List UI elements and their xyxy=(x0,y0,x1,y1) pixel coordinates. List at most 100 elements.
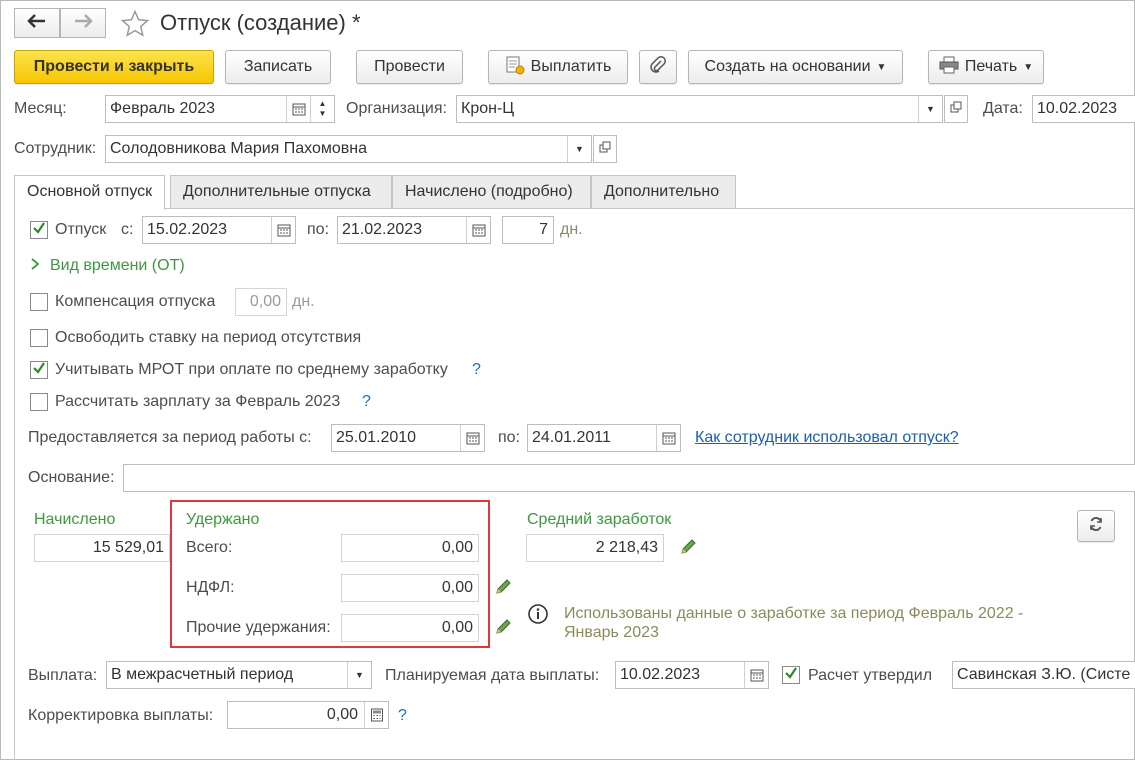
correction-help-icon[interactable]: ? xyxy=(398,706,407,726)
basis-field[interactable] xyxy=(123,464,1135,492)
pay-button-label: Выплатить xyxy=(530,58,612,75)
create-based-on-button[interactable]: Создать на основании ▼ xyxy=(688,50,903,84)
dropdown-arrow-icon: ▼ xyxy=(1023,61,1034,73)
spin-up-icon: ▲ xyxy=(318,99,327,108)
planned-date-label: Планируемая дата выплаты: xyxy=(385,667,600,684)
refresh-button[interactable] xyxy=(1077,510,1115,542)
calendar-icon[interactable] xyxy=(744,662,768,688)
date-field[interactable]: 10.02.2023 xyxy=(1032,95,1135,123)
vacation-checkbox[interactable] xyxy=(30,221,48,239)
calc-salary-help-icon[interactable]: ? xyxy=(362,392,371,412)
vacation-to-label: по: xyxy=(307,221,330,238)
month-label: Месяц: xyxy=(14,100,67,117)
compensation-days-field[interactable]: 0,00 xyxy=(235,288,287,316)
mrot-label: Учитывать МРОТ при оплате по среднему за… xyxy=(55,361,448,378)
edit-pencil-icon[interactable] xyxy=(679,538,697,561)
back-button[interactable] xyxy=(14,8,60,38)
vacation-days-unit: дн. xyxy=(560,221,583,238)
save-button[interactable]: Записать xyxy=(225,50,331,84)
withheld-total-label: Всего: xyxy=(186,539,233,556)
payment-label: Выплата: xyxy=(28,667,98,684)
mrot-checkbox[interactable] xyxy=(30,361,48,379)
checkmark-icon xyxy=(32,221,46,240)
avg-earnings-title: Средний заработок xyxy=(527,511,672,528)
calc-approved-checkbox[interactable] xyxy=(782,666,800,684)
payment-value: В межрасчетный период xyxy=(111,666,294,683)
vacation-days-field[interactable]: 7 xyxy=(502,216,554,244)
withheld-total-value: 0,00 xyxy=(341,534,479,562)
arrow-right-icon xyxy=(73,13,93,33)
edit-pencil-icon[interactable] xyxy=(494,618,512,641)
calendar-icon[interactable] xyxy=(286,96,310,122)
work-period-from-field[interactable]: 25.01.2010 xyxy=(331,424,485,452)
tab-accrued-detailed[interactable]: Начислено (подробно) xyxy=(392,175,591,209)
calendar-icon[interactable] xyxy=(460,425,484,451)
dropdown-arrow-icon[interactable]: ▼ xyxy=(567,136,591,162)
employee-field[interactable]: Солодовникова Мария Пахомовна ▼ xyxy=(105,135,592,163)
vacation-usage-link[interactable]: Как сотрудник использовал отпуск? xyxy=(695,428,959,448)
work-period-from-value: 25.01.2010 xyxy=(336,429,417,446)
tab-additional[interactable]: Дополнительно xyxy=(591,175,736,209)
organization-label: Организация: xyxy=(346,100,447,117)
planned-date-value: 10.02.2023 xyxy=(620,666,701,683)
compensation-days-unit: дн. xyxy=(292,293,315,310)
paperclip-icon xyxy=(649,55,667,79)
checkmark-icon xyxy=(784,666,798,685)
correction-field[interactable]: 0,00 xyxy=(227,701,389,729)
tab-panel-left-border xyxy=(14,208,15,760)
vacation-label: Отпуск xyxy=(55,221,107,238)
withheld-ndfl-label: НДФЛ: xyxy=(186,579,235,596)
payment-field[interactable]: В межрасчетный период ▼ xyxy=(106,661,372,689)
tab-additional-vacations[interactable]: Дополнительные отпуска xyxy=(170,175,392,209)
release-rate-label: Освободить ставку на период отсутствия xyxy=(55,329,362,346)
calc-approved-label: Расчет утвердил xyxy=(808,667,933,684)
avg-earnings-info: Использованы данные о заработке за перио… xyxy=(564,605,1024,641)
organization-value: Крон-Ц xyxy=(461,100,515,117)
refresh-icon xyxy=(1088,516,1104,537)
work-period-to-field[interactable]: 24.01.2011 xyxy=(527,424,681,452)
work-period-to-label: по: xyxy=(498,429,521,446)
spin-down-icon: ▼ xyxy=(318,109,327,118)
calendar-icon[interactable] xyxy=(656,425,680,451)
forward-button[interactable] xyxy=(60,8,106,38)
time-kind-toggle[interactable]: Вид времени (ОТ) xyxy=(30,256,185,276)
planned-date-field[interactable]: 10.02.2023 xyxy=(615,661,769,689)
organization-open-button[interactable] xyxy=(944,95,968,123)
withheld-title: Удержано xyxy=(186,511,260,528)
pay-document-icon xyxy=(505,55,525,80)
vacation-from-field[interactable]: 15.02.2023 xyxy=(142,216,296,244)
open-form-icon xyxy=(950,100,962,118)
vacation-to-field[interactable]: 21.02.2023 xyxy=(337,216,491,244)
organization-field[interactable]: Крон-Ц ▼ xyxy=(456,95,943,123)
checkmark-icon xyxy=(32,361,46,380)
calendar-icon[interactable] xyxy=(466,217,490,243)
dropdown-arrow-icon[interactable]: ▼ xyxy=(918,96,942,122)
compensation-checkbox[interactable] xyxy=(30,293,48,311)
arrow-left-icon xyxy=(27,13,47,33)
pay-button[interactable]: Выплатить xyxy=(488,50,628,84)
release-rate-checkbox[interactable] xyxy=(30,329,48,347)
dropdown-arrow-icon[interactable]: ▼ xyxy=(347,662,371,688)
mrot-help-icon[interactable]: ? xyxy=(472,360,481,380)
attach-button[interactable] xyxy=(639,50,677,84)
approver-field[interactable]: Савинская З.Ю. (Систе xyxy=(952,661,1135,689)
employee-open-button[interactable] xyxy=(593,135,617,163)
accrued-value: 15 529,01 xyxy=(34,534,170,562)
month-field[interactable]: Февраль 2023 ▲ ▼ xyxy=(105,95,335,123)
basis-label: Основание: xyxy=(28,469,115,486)
tab-main-vacation[interactable]: Основной отпуск xyxy=(14,175,166,210)
post-button[interactable]: Провести xyxy=(356,50,463,84)
favorite-star-icon[interactable] xyxy=(120,9,150,44)
calc-salary-checkbox[interactable] xyxy=(30,393,48,411)
correction-label: Корректировка выплаты: xyxy=(28,707,214,724)
avg-earnings-value: 2 218,43 xyxy=(526,534,664,562)
post-and-close-button[interactable]: Провести и закрыть xyxy=(14,50,214,84)
edit-pencil-icon[interactable] xyxy=(494,578,512,601)
calculator-icon[interactable] xyxy=(364,702,388,728)
calendar-icon[interactable] xyxy=(271,217,295,243)
month-spinner[interactable]: ▲ ▼ xyxy=(310,96,334,122)
print-button-label: Печать xyxy=(964,58,1018,75)
employee-label: Сотрудник: xyxy=(14,140,97,157)
work-period-to-value: 24.01.2011 xyxy=(532,429,611,446)
print-button[interactable]: Печать ▼ xyxy=(928,50,1044,84)
